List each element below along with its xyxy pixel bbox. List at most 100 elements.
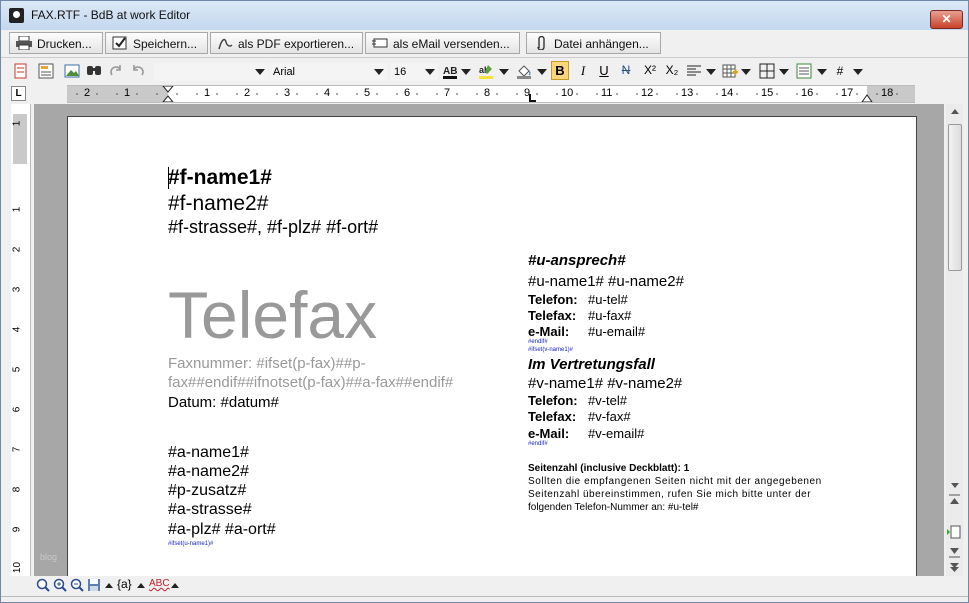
send-email-button[interactable]: als eMail versenden...: [365, 32, 520, 54]
field-code-button[interactable]: {a}: [117, 577, 132, 591]
underline-button[interactable]: U: [597, 63, 611, 79]
status-bar: {a} ABC: [34, 576, 946, 596]
page-icon[interactable]: [946, 524, 962, 540]
header-footer-icon[interactable]: [38, 63, 54, 79]
recipient-city: #a-plz# #a-ort#: [168, 521, 276, 538]
fill-color-icon[interactable]: [516, 63, 532, 79]
table-insert-icon[interactable]: [722, 63, 738, 79]
page-layout-icon[interactable]: [13, 63, 29, 79]
print-button[interactable]: Drucken...: [9, 32, 103, 54]
phone-label: Telefon:: [528, 292, 578, 307]
zoom-out-icon[interactable]: [70, 578, 84, 592]
ruler-num: 5: [364, 87, 371, 99]
sender-address: #f-strasse#, #f-plz# #f-ort#: [168, 217, 379, 237]
substitute-names: #v-name1# #v-name2#: [528, 375, 683, 392]
vruler-num: 1: [11, 206, 23, 213]
sender-name2: #f-name2#: [168, 192, 269, 215]
app-icon: [9, 8, 24, 23]
vruler-num: 3: [11, 286, 23, 293]
close-button[interactable]: ✕: [930, 10, 963, 29]
ifset-field: #ifset(u-name1)#: [168, 541, 214, 547]
zoom-icon[interactable]: [36, 578, 50, 592]
ruler-row: L 2 1 1 2 3 4 5 6 7 8 9 10 11 12 13 14 1…: [1, 85, 968, 104]
title-bar: FAX.RTF - BdB at work Editor ✕: [1, 1, 968, 30]
email-value: #u-email#: [588, 324, 646, 339]
insert-image-icon[interactable]: [64, 63, 80, 79]
style-dropdown-arrow: [255, 69, 265, 75]
style-select[interactable]: [154, 63, 268, 81]
email-label: e-Mail:: [528, 324, 570, 339]
undo-icon[interactable]: [130, 63, 146, 79]
export-pdf-button[interactable]: als PDF exportieren...: [210, 32, 363, 54]
save-small-icon[interactable]: [87, 578, 101, 592]
sender-name1: #f-name1#: [168, 166, 272, 189]
font-color-icon[interactable]: AB: [442, 63, 458, 79]
field-dropdown-arrow[interactable]: [853, 69, 863, 75]
subscript-button[interactable]: X₂: [663, 63, 681, 79]
tab-type-selector[interactable]: L: [11, 86, 26, 101]
vertical-scrollbar[interactable]: [946, 104, 963, 576]
save-label: Speichern...: [133, 37, 198, 51]
attach-file-button[interactable]: Datei anhängen...: [526, 32, 661, 54]
right-indent-marker[interactable]: [861, 94, 873, 102]
font-color-dropdown-arrow[interactable]: [461, 69, 471, 75]
left-tab-stop[interactable]: [529, 94, 537, 103]
recipient-street: #a-strasse#: [168, 501, 252, 518]
list-dropdown-arrow[interactable]: [817, 69, 827, 75]
document-page[interactable]: #f-name1# #f-name2# #f-strasse#, #f-plz#…: [67, 116, 917, 576]
ruler-num: 2: [84, 87, 91, 99]
vruler-num: 6: [11, 406, 23, 413]
ruler-num: 16: [801, 87, 814, 99]
vertical-ruler[interactable]: 1 1 2 3 4 5 6 7 8 9 10: [11, 104, 31, 576]
scroll-thumb[interactable]: [948, 124, 962, 271]
font-select[interactable]: Arial: [269, 63, 387, 81]
align-icon[interactable]: [686, 63, 702, 79]
highlight-dropdown-arrow[interactable]: [499, 69, 509, 75]
strikethrough-button[interactable]: N: [619, 63, 633, 79]
list-icon[interactable]: [796, 63, 812, 79]
vruler-num: 2: [11, 246, 23, 253]
scroll-down-icon[interactable]: [950, 482, 960, 490]
ruler-num: 6: [404, 87, 411, 99]
next-page-icon[interactable]: [948, 546, 961, 558]
fill-color-dropdown-arrow[interactable]: [537, 69, 547, 75]
recipient-name1: #a-name1#: [168, 444, 249, 461]
ruler-num: 11: [601, 87, 613, 99]
size-select[interactable]: 16: [390, 63, 438, 81]
document-area[interactable]: #f-name1# #f-name2# #f-strasse#, #f-plz#…: [34, 104, 944, 576]
scroll-up-icon[interactable]: [950, 107, 960, 115]
borders-dropdown-arrow[interactable]: [779, 69, 789, 75]
last-page-icon[interactable]: [948, 561, 961, 573]
highlight-icon[interactable]: ab: [478, 63, 494, 79]
up-arrow-icon[interactable]: [170, 581, 180, 589]
vruler-num: 1: [11, 120, 23, 127]
save-icon: [112, 36, 127, 50]
up-arrow-icon[interactable]: [136, 581, 146, 589]
superscript-button[interactable]: X²: [641, 63, 659, 79]
redo-icon[interactable]: [108, 63, 124, 79]
table-insert-dropdown-arrow[interactable]: [741, 69, 751, 75]
align-dropdown-arrow[interactable]: [706, 69, 716, 75]
substitute-email-value: #v-email#: [588, 426, 645, 441]
ruler-num: 3: [284, 87, 291, 99]
indent-marker[interactable]: [162, 86, 174, 102]
italic-button[interactable]: I: [576, 63, 590, 79]
contact-person: #u-ansprech#: [528, 252, 626, 269]
zoom-in-icon[interactable]: [53, 578, 67, 592]
paperclip-icon: [537, 36, 545, 50]
font-value: Arial: [273, 66, 296, 78]
format-toolbar: Arial 16 AB ab B I U N X² X₂ #: [1, 58, 968, 85]
horizontal-ruler[interactable]: 2 1 1 2 3 4 5 6 7 8 9 10 11 12 13 14 15 …: [67, 85, 915, 103]
previous-page-icon[interactable]: [948, 494, 961, 506]
up-arrow-icon[interactable]: [104, 581, 114, 589]
spellcheck-button[interactable]: ABC: [149, 578, 170, 589]
find-icon[interactable]: [86, 63, 102, 79]
editor-window: FAX.RTF - BdB at work Editor ✕ Drucken..…: [0, 0, 969, 603]
recipient-addition: #p-zusatz#: [168, 482, 247, 499]
bold-button[interactable]: B: [551, 61, 569, 80]
borders-icon[interactable]: [759, 63, 775, 79]
field-hash-button[interactable]: #: [834, 64, 846, 78]
save-button[interactable]: Speichern...: [105, 32, 208, 54]
substitute-phone-value: #v-tel#: [588, 393, 628, 408]
size-dropdown-arrow: [425, 69, 435, 75]
